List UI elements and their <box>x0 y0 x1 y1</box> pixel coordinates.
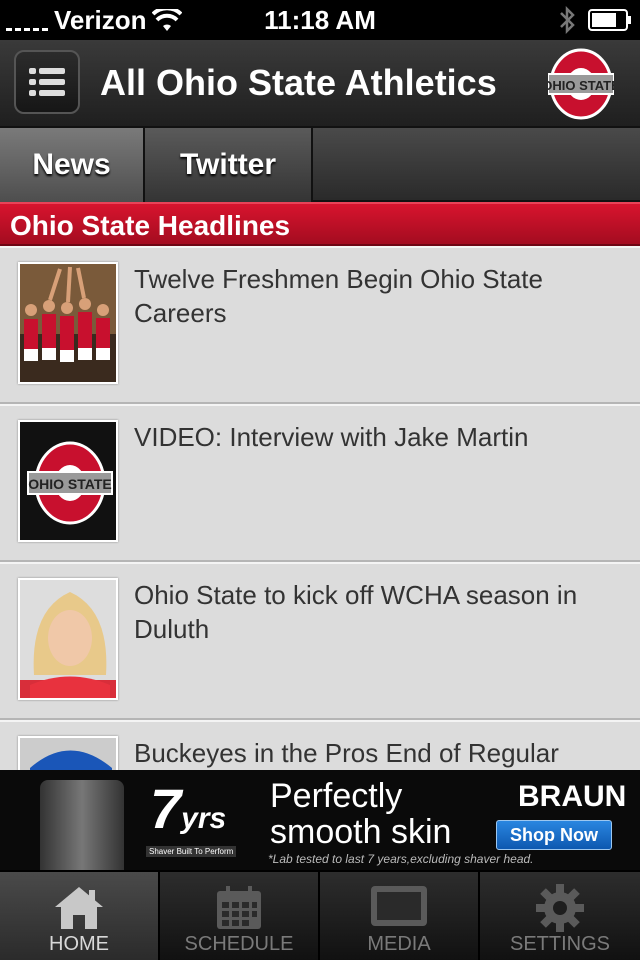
tab-twitter[interactable]: Twitter <box>145 128 313 202</box>
tab-empty <box>313 128 640 202</box>
ad-banner[interactable]: 7yrs Shaver Built To Perform Perfectly s… <box>0 770 640 870</box>
news-list[interactable]: Twelve Freshmen Begin Ohio State Careers… <box>0 246 640 770</box>
status-time: 11:18 AM <box>264 5 376 35</box>
monitor-icon <box>371 886 427 926</box>
tab-news[interactable]: News <box>0 128 145 202</box>
svg-text:OHIO STATE: OHIO STATE <box>28 476 111 492</box>
headline-text: VIDEO: Interview with Jake Martin <box>134 422 529 452</box>
tab-home-label: HOME <box>49 933 109 955</box>
tab-media[interactable]: MEDIA <box>320 872 480 960</box>
tab-schedule[interactable]: SCHEDULE <box>160 872 320 960</box>
portrait-thumbnail <box>18 578 118 700</box>
ohio-state-logo-thumbnail: OHIO STATE <box>18 420 118 542</box>
tab-schedule-label: SCHEDULE <box>184 933 294 955</box>
page-title: All Ohio State Athletics <box>100 62 497 103</box>
list-item[interactable]: OHIO STATE VIDEO: Interview with Jake Ma… <box>0 404 640 562</box>
status-bar: Verizon 11:18 AM <box>0 0 640 40</box>
tab-settings[interactable]: SETTINGS <box>480 872 640 960</box>
section-header: Ohio State Headlines <box>0 202 640 246</box>
svg-text:OHIO STATE: OHIO STATE <box>548 78 614 93</box>
tab-home[interactable]: HOME <box>0 872 160 960</box>
ohio-state-logo: OHIO STATE <box>548 48 614 120</box>
player-thumbnail <box>18 736 118 770</box>
headline-text: Twelve Freshmen Begin Ohio State Careers <box>134 264 543 328</box>
status-right <box>558 6 632 34</box>
ad-badge: Shaver Built To Perform <box>146 846 237 857</box>
menu-button[interactable] <box>14 50 80 114</box>
ad-tagline: Perfectly smooth skin <box>270 777 452 851</box>
shop-now-button[interactable]: Shop Now <box>496 820 612 850</box>
navigation-bar: All Ohio State Athletics OHIO STATE <box>0 40 640 128</box>
home-icon <box>55 887 103 929</box>
headline-text: Buckeyes in the Pros End of Regular <box>134 738 559 768</box>
list-item[interactable]: Buckeyes in the Pros End of Regular <box>0 720 640 770</box>
calendar-icon <box>217 886 261 929</box>
list-item[interactable]: Ohio State to kick off WCHA season in Du… <box>0 562 640 720</box>
headline-text: Ohio State to kick off WCHA season in Du… <box>134 580 578 644</box>
team-photo-thumbnail <box>18 262 118 384</box>
ad-brand: BRAUN <box>518 780 627 813</box>
battery-icon <box>588 9 631 31</box>
shaver-image <box>40 780 124 870</box>
bluetooth-icon <box>560 6 575 34</box>
list-item[interactable]: Twelve Freshmen Begin Ohio State Careers <box>0 246 640 404</box>
tab-bar: HOME SCHEDULE MEDIA SETTINGS <box>0 870 640 960</box>
list-icon <box>29 68 65 96</box>
tab-media-label: MEDIA <box>367 933 431 955</box>
tab-settings-label: SETTINGS <box>509 933 610 955</box>
gear-icon <box>536 884 584 932</box>
ad-years: 7yrs <box>150 777 227 840</box>
ad-fine-print: *Lab tested to last 7 years,excluding sh… <box>268 852 534 866</box>
segment-tabs: News Twitter <box>0 128 640 202</box>
